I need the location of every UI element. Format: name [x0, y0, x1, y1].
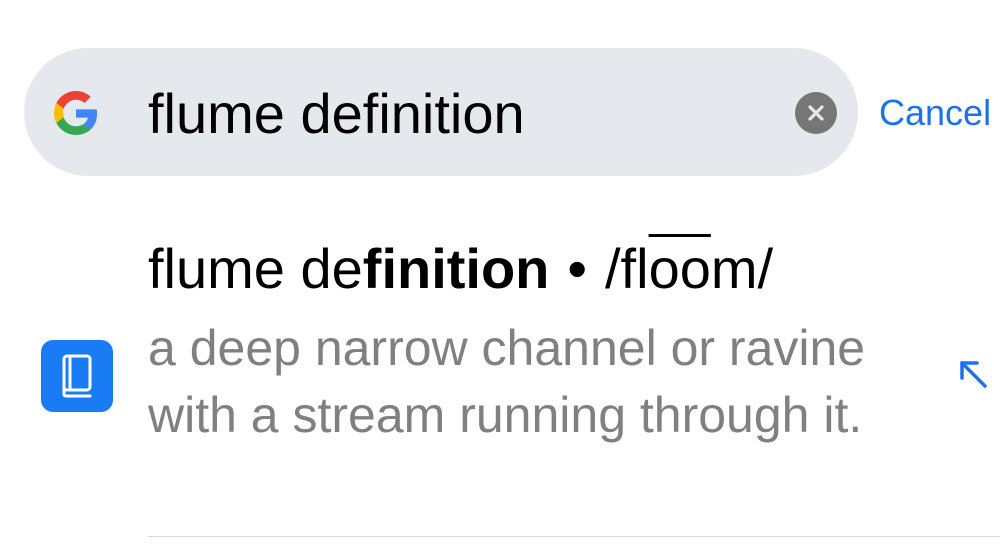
clear-icon — [808, 105, 824, 121]
dictionary-book-icon — [41, 340, 113, 412]
pronunciation-start: /fl — [605, 237, 649, 300]
suggestion-item-definition[interactable]: flume definition • /floom/ a deep narrow c… — [0, 225, 1000, 550]
suggestion-title-prefix: flume de — [148, 237, 363, 300]
title-separator: • — [567, 237, 587, 300]
search-input[interactable] — [148, 80, 768, 146]
cancel-button[interactable]: Cancel — [879, 93, 991, 133]
suggestion-title-completion: finition — [362, 237, 550, 300]
google-icon — [54, 91, 98, 135]
pronunciation-end: m/ — [710, 237, 774, 300]
divider — [148, 536, 1000, 537]
arrow-up-left-icon[interactable] — [958, 359, 990, 391]
definition-text: a deep narrow channel or ravine with a s… — [148, 320, 866, 443]
clear-search-button[interactable] — [795, 92, 837, 134]
pronunciation-marked-vowel: oo — [648, 237, 711, 300]
suggestion-title: flume definition • /floom/ — [148, 237, 773, 301]
